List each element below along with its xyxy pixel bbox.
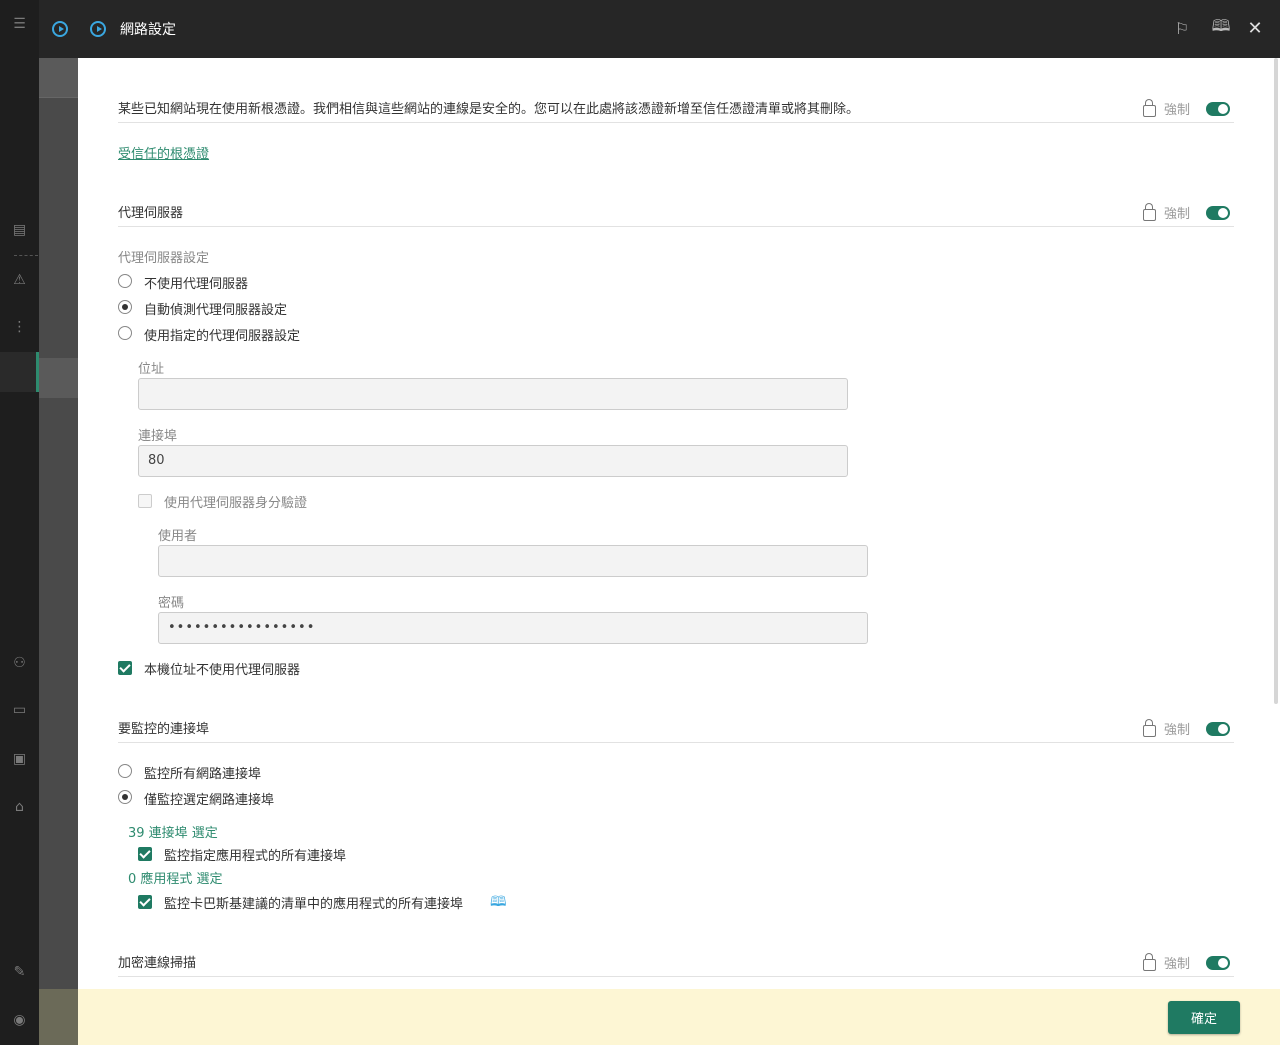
lock-icon [1142, 98, 1156, 117]
ports-heading: 要監控的連接埠 [118, 722, 210, 737]
enforce-label: 強制 [1163, 207, 1190, 222]
port-field[interactable]: 80 [138, 445, 848, 477]
ports-selected-link[interactable]: 39 連接埠 選定 [128, 822, 218, 841]
certs-enforce: 強制 [1142, 98, 1230, 118]
monitor-settings-icon[interactable]: ▣ [0, 747, 39, 771]
proxy-option-auto-radio[interactable] [118, 300, 132, 314]
proxy-auth-checkbox[interactable] [138, 494, 152, 508]
monitoring-icon[interactable]: ▤ [0, 218, 39, 242]
enforce-label: 強制 [1163, 957, 1190, 972]
password-label: 密碼 [158, 596, 185, 611]
certs-enforce-toggle[interactable] [1206, 101, 1230, 116]
monitor-recommended-checkbox[interactable] [138, 895, 152, 909]
address-field[interactable] [138, 378, 848, 410]
divider [118, 226, 1234, 227]
close-icon[interactable]: ✕ [1245, 18, 1265, 39]
ports-option-selected-radio[interactable] [118, 790, 132, 804]
encrypted-enforce: 強制 [1142, 952, 1230, 972]
flag-icon[interactable]: ⚐ [1172, 18, 1192, 38]
proxy-option-manual-radio[interactable] [118, 326, 132, 340]
encrypted-enforce-toggle[interactable] [1206, 955, 1230, 970]
user-label: 使用者 [158, 529, 198, 544]
lock-icon [1142, 718, 1156, 737]
divider [118, 742, 1234, 743]
book-icon[interactable]: 🕮 [1211, 16, 1231, 38]
enforce-label: 強制 [1163, 103, 1190, 118]
ports-option-selected-label: 僅監控選定網路連接埠 [144, 793, 275, 808]
basket-icon[interactable]: ⌂ [0, 795, 39, 819]
ports-enforce-toggle[interactable] [1206, 721, 1230, 736]
proxy-option-none-label: 不使用代理伺服器 [144, 277, 249, 292]
rail-divider [14, 255, 38, 256]
proxy-settings-label: 代理伺服器設定 [118, 251, 210, 266]
background-selected-row [39, 358, 78, 398]
address-label: 位址 [138, 362, 165, 377]
scrollbar[interactable] [1274, 58, 1278, 704]
divider [118, 122, 1234, 123]
encrypted-heading: 加密連線掃描 [118, 956, 197, 971]
background-footer [39, 989, 78, 1045]
proxy-heading: 代理伺服器 [118, 206, 184, 221]
rail-active-item[interactable] [0, 352, 39, 392]
bypass-local-checkbox[interactable] [118, 661, 132, 675]
settings-panel: 某些已知網站現在使用新根憑證。我們相信與這些網站的連線是安全的。您可以在此處將該… [78, 58, 1280, 989]
user-icon[interactable]: ⚇ [0, 651, 39, 675]
ports-option-all-label: 監控所有網路連接埠 [144, 767, 262, 782]
proxy-enforce-toggle[interactable] [1206, 205, 1230, 220]
proxy-auth-label: 使用代理伺服器身分驗證 [164, 496, 308, 511]
user-field[interactable] [158, 545, 868, 577]
footer-bar: 確定 [78, 989, 1280, 1045]
monitor-apps-checkbox[interactable] [138, 847, 152, 861]
window-title: 網路設定 [120, 22, 176, 38]
apps-selected-link[interactable]: 0 應用程式 選定 [128, 868, 223, 887]
background-panel [39, 0, 78, 1045]
monitor-recommended-label: 監控卡巴斯基建議的清單中的應用程式的所有連接埠 [164, 897, 464, 912]
account-icon[interactable]: ◉ [0, 1008, 39, 1032]
trusted-root-certs-link[interactable]: 受信任的根憑證 [118, 143, 209, 162]
password-field[interactable]: ••••••••••••••••• [158, 612, 868, 644]
expand-icon[interactable] [52, 21, 68, 37]
bypass-local-label: 本機位址不使用代理伺服器 [144, 663, 301, 678]
port-label: 連接埠 [138, 429, 178, 444]
back-icon[interactable] [90, 21, 106, 37]
monitor-apps-label: 監控指定應用程式的所有連接埠 [164, 849, 347, 864]
ports-enforce: 強制 [1142, 718, 1230, 738]
enforce-label: 強制 [1163, 723, 1190, 738]
divider [118, 976, 1234, 977]
proxy-option-none-radio[interactable] [118, 274, 132, 288]
lock-icon [1142, 952, 1156, 971]
lock-icon [1142, 202, 1156, 221]
warning-icon[interactable]: ⚠ [0, 268, 39, 292]
menu-icon[interactable]: ☰ [0, 12, 39, 36]
nav-rail: ☰ ▤ ⚠ ⋮ ⚇ ▭ ▣ ⌂ ✎ ◉ [0, 0, 39, 1045]
wrench-icon[interactable]: ✎ [0, 960, 39, 984]
proxy-option-manual-label: 使用指定的代理伺服器設定 [144, 329, 301, 344]
help-book-icon[interactable]: 🕮 [490, 891, 507, 915]
window-header: 網路設定 ⚐ 🕮 ✕ [39, 0, 1280, 58]
proxy-enforce: 強制 [1142, 202, 1230, 222]
ports-option-all-radio[interactable] [118, 764, 132, 778]
background-header [39, 58, 78, 98]
certs-description: 某些已知網站現在使用新根憑證。我們相信與這些網站的連線是安全的。您可以在此處將該… [118, 102, 860, 117]
ok-button[interactable]: 確定 [1168, 1001, 1240, 1034]
devices-icon[interactable]: ▭ [0, 698, 39, 722]
proxy-option-auto-label: 自動偵測代理伺服器設定 [144, 303, 288, 318]
tree-icon[interactable]: ⋮ [0, 315, 39, 339]
